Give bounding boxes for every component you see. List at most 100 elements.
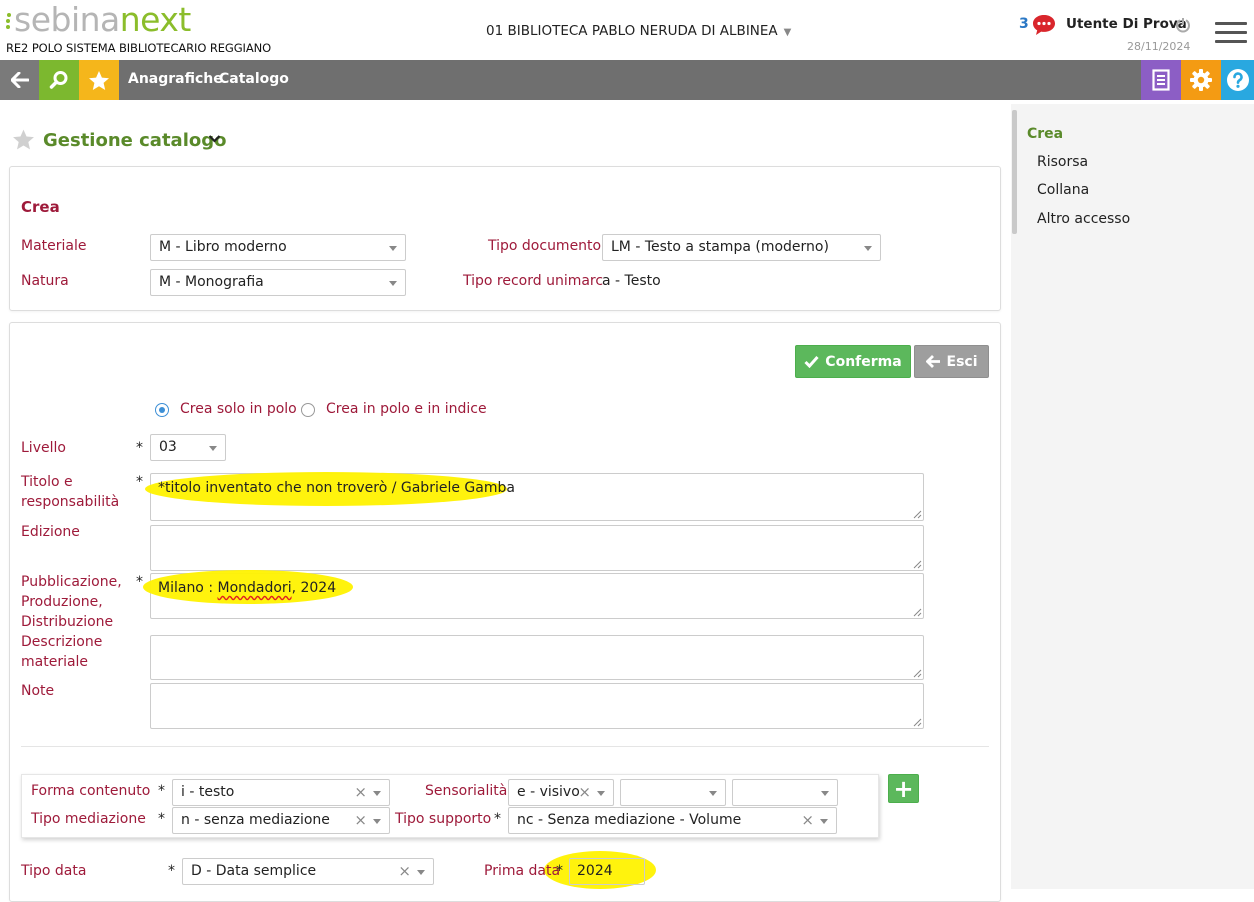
settings-button[interactable] — [1181, 60, 1221, 100]
sidebar-item-risorsa[interactable]: Risorsa — [1037, 154, 1088, 170]
forma-contenuto-select[interactable]: i - testo × — [172, 779, 390, 806]
arrow-left-icon — [925, 355, 940, 368]
logo-next: next — [119, 0, 192, 39]
pubblicazione-textarea[interactable]: Milano : Mondadori, 2024 — [143, 570, 924, 619]
clear-icon[interactable]: × — [354, 783, 367, 801]
edizione-textarea[interactable] — [150, 525, 924, 571]
dropdown-arrow-icon — [864, 246, 872, 251]
pubblicazione-label: Pubblicazione, Produzione, Distribuzione — [21, 574, 122, 630]
dropdown-arrow-icon — [820, 819, 828, 824]
plus-icon: + — [893, 774, 914, 803]
user-name[interactable]: Utente Di Prova — [1066, 16, 1187, 32]
library-selector[interactable]: 01 BIBLIOTECA PABLO NERUDA DI ALBINEA ▼ — [486, 23, 791, 39]
descrizione-label: Descrizione materiale — [21, 634, 103, 670]
sensorialita-value: e - visivo — [517, 784, 580, 800]
exit-label: Esci — [946, 353, 978, 370]
livello-value: 03 — [159, 439, 177, 455]
help-icon — [1226, 69, 1249, 91]
sidebar-scrollbar[interactable] — [1012, 110, 1017, 234]
notification-count[interactable]: 3 — [1019, 16, 1029, 32]
record-form-panel: Conferma Esci Crea solo in polo Crea in … — [9, 322, 1001, 902]
resize-grip-icon[interactable] — [913, 510, 922, 519]
clear-icon[interactable]: × — [354, 811, 367, 829]
resize-grip-icon[interactable] — [913, 669, 922, 678]
prima-data-input[interactable]: 2024 — [569, 858, 645, 885]
radio-crea-solo-in-polo[interactable] — [155, 403, 169, 417]
resize-grip-icon[interactable] — [913, 608, 922, 617]
required-mark: * — [556, 863, 563, 879]
dropdown-arrow-icon — [209, 446, 217, 451]
required-mark: * — [158, 783, 165, 799]
check-icon — [804, 356, 819, 368]
add-row-button[interactable]: + — [888, 774, 919, 803]
forma-contenuto-label: Forma contenuto — [31, 783, 151, 799]
livello-select[interactable]: 03 — [150, 434, 226, 461]
radio-label-crea-in-polo-e-indice[interactable]: Crea in polo e in indice — [326, 401, 487, 417]
chat-icon[interactable] — [1032, 14, 1056, 36]
star-icon — [89, 70, 109, 90]
titolo-value: *titolo inventato che non troverò / Gabr… — [158, 480, 515, 496]
crea-heading: Crea — [21, 198, 60, 216]
resize-grip-icon[interactable] — [913, 718, 922, 727]
tipo-documento-select[interactable]: LM - Testo a stampa (moderno) — [602, 234, 881, 261]
radio-label-crea-solo-in-polo[interactable]: Crea solo in polo — [180, 401, 297, 417]
search-icon — [49, 71, 68, 89]
pubblicazione-value: Milano : Mondadori, 2024 — [158, 580, 336, 596]
radio-crea-in-polo-e-indice[interactable] — [301, 403, 315, 417]
natura-value: M - Monografia — [159, 274, 264, 290]
favorites-button[interactable] — [79, 60, 119, 100]
crea-panel: Crea Materiale M - Libro moderno Natura … — [9, 166, 1001, 311]
favorite-star-icon[interactable] — [12, 128, 35, 151]
sensorialita-select-2[interactable] — [620, 779, 726, 806]
logo-dots — [6, 13, 12, 33]
back-button[interactable] — [0, 60, 40, 100]
tipo-mediazione-select[interactable]: n - senza mediazione × — [172, 807, 390, 834]
chevron-down-icon[interactable] — [208, 134, 221, 144]
logo-sebina: sebina — [14, 0, 120, 39]
nav-link-catalogo[interactable]: Catalogo — [219, 71, 289, 87]
descrizione-textarea[interactable] — [150, 635, 924, 680]
titolo-textarea[interactable]: *titolo inventato che non troverò / Gabr… — [145, 472, 924, 521]
pubblicazione-publisher: Mondadori — [217, 580, 292, 596]
sensorialita-select-1[interactable]: e - visivo × — [508, 779, 614, 806]
dropdown-arrow-icon — [389, 246, 397, 251]
power-icon[interactable] — [1175, 17, 1191, 33]
dropdown-arrow-icon — [821, 791, 829, 796]
prima-data-label: Prima data — [484, 863, 561, 879]
tipo-supporto-label: Tipo supporto — [395, 811, 492, 827]
clear-icon[interactable]: × — [578, 783, 591, 801]
required-mark: * — [494, 811, 501, 827]
materiale-select[interactable]: M - Libro moderno — [150, 234, 406, 261]
tipo-mediazione-label: Tipo mediazione — [31, 811, 146, 827]
required-mark: * — [168, 863, 175, 879]
document-button[interactable] — [1141, 60, 1181, 100]
tipo-data-value: D - Data semplice — [191, 863, 317, 879]
content-type-box: Forma contenuto * i - testo × Sensorialit… — [21, 774, 879, 838]
sensorialita-select-3[interactable] — [732, 779, 838, 806]
required-mark: * — [136, 474, 143, 490]
natura-select[interactable]: M - Monografia — [150, 269, 406, 296]
sidebar-item-collana[interactable]: Collana — [1037, 182, 1089, 198]
dropdown-arrow-icon — [709, 791, 717, 796]
note-label: Note — [21, 683, 55, 699]
hamburger-menu-icon[interactable] — [1215, 22, 1247, 44]
tipo-mediazione-value: n - senza mediazione — [181, 812, 330, 828]
tipo-data-select[interactable]: D - Data semplice × — [182, 858, 434, 885]
sidebar-item-altro-accesso[interactable]: Altro accesso — [1037, 211, 1130, 227]
exit-button[interactable]: Esci — [914, 345, 989, 378]
clear-icon[interactable]: × — [398, 862, 411, 880]
help-button[interactable] — [1221, 60, 1254, 100]
resize-grip-icon[interactable] — [913, 560, 922, 569]
tipo-supporto-value: nc - Senza mediazione - Volume — [517, 812, 742, 828]
clear-icon[interactable]: × — [801, 811, 814, 829]
gear-icon — [1190, 69, 1212, 91]
pubblicazione-rest: , 2024 — [291, 580, 337, 596]
tipo-supporto-select[interactable]: nc - Senza mediazione - Volume × — [508, 807, 837, 834]
note-textarea[interactable] — [150, 683, 924, 729]
confirm-button[interactable]: Conferma — [795, 345, 911, 378]
required-mark: * — [136, 440, 143, 456]
search-button[interactable] — [39, 60, 79, 100]
sidebar-item-crea[interactable]: Crea — [1027, 126, 1063, 142]
nav-link-anagrafiche[interactable]: Anagrafiche — [128, 71, 223, 87]
current-date: 28/11/2024 — [1127, 40, 1191, 53]
